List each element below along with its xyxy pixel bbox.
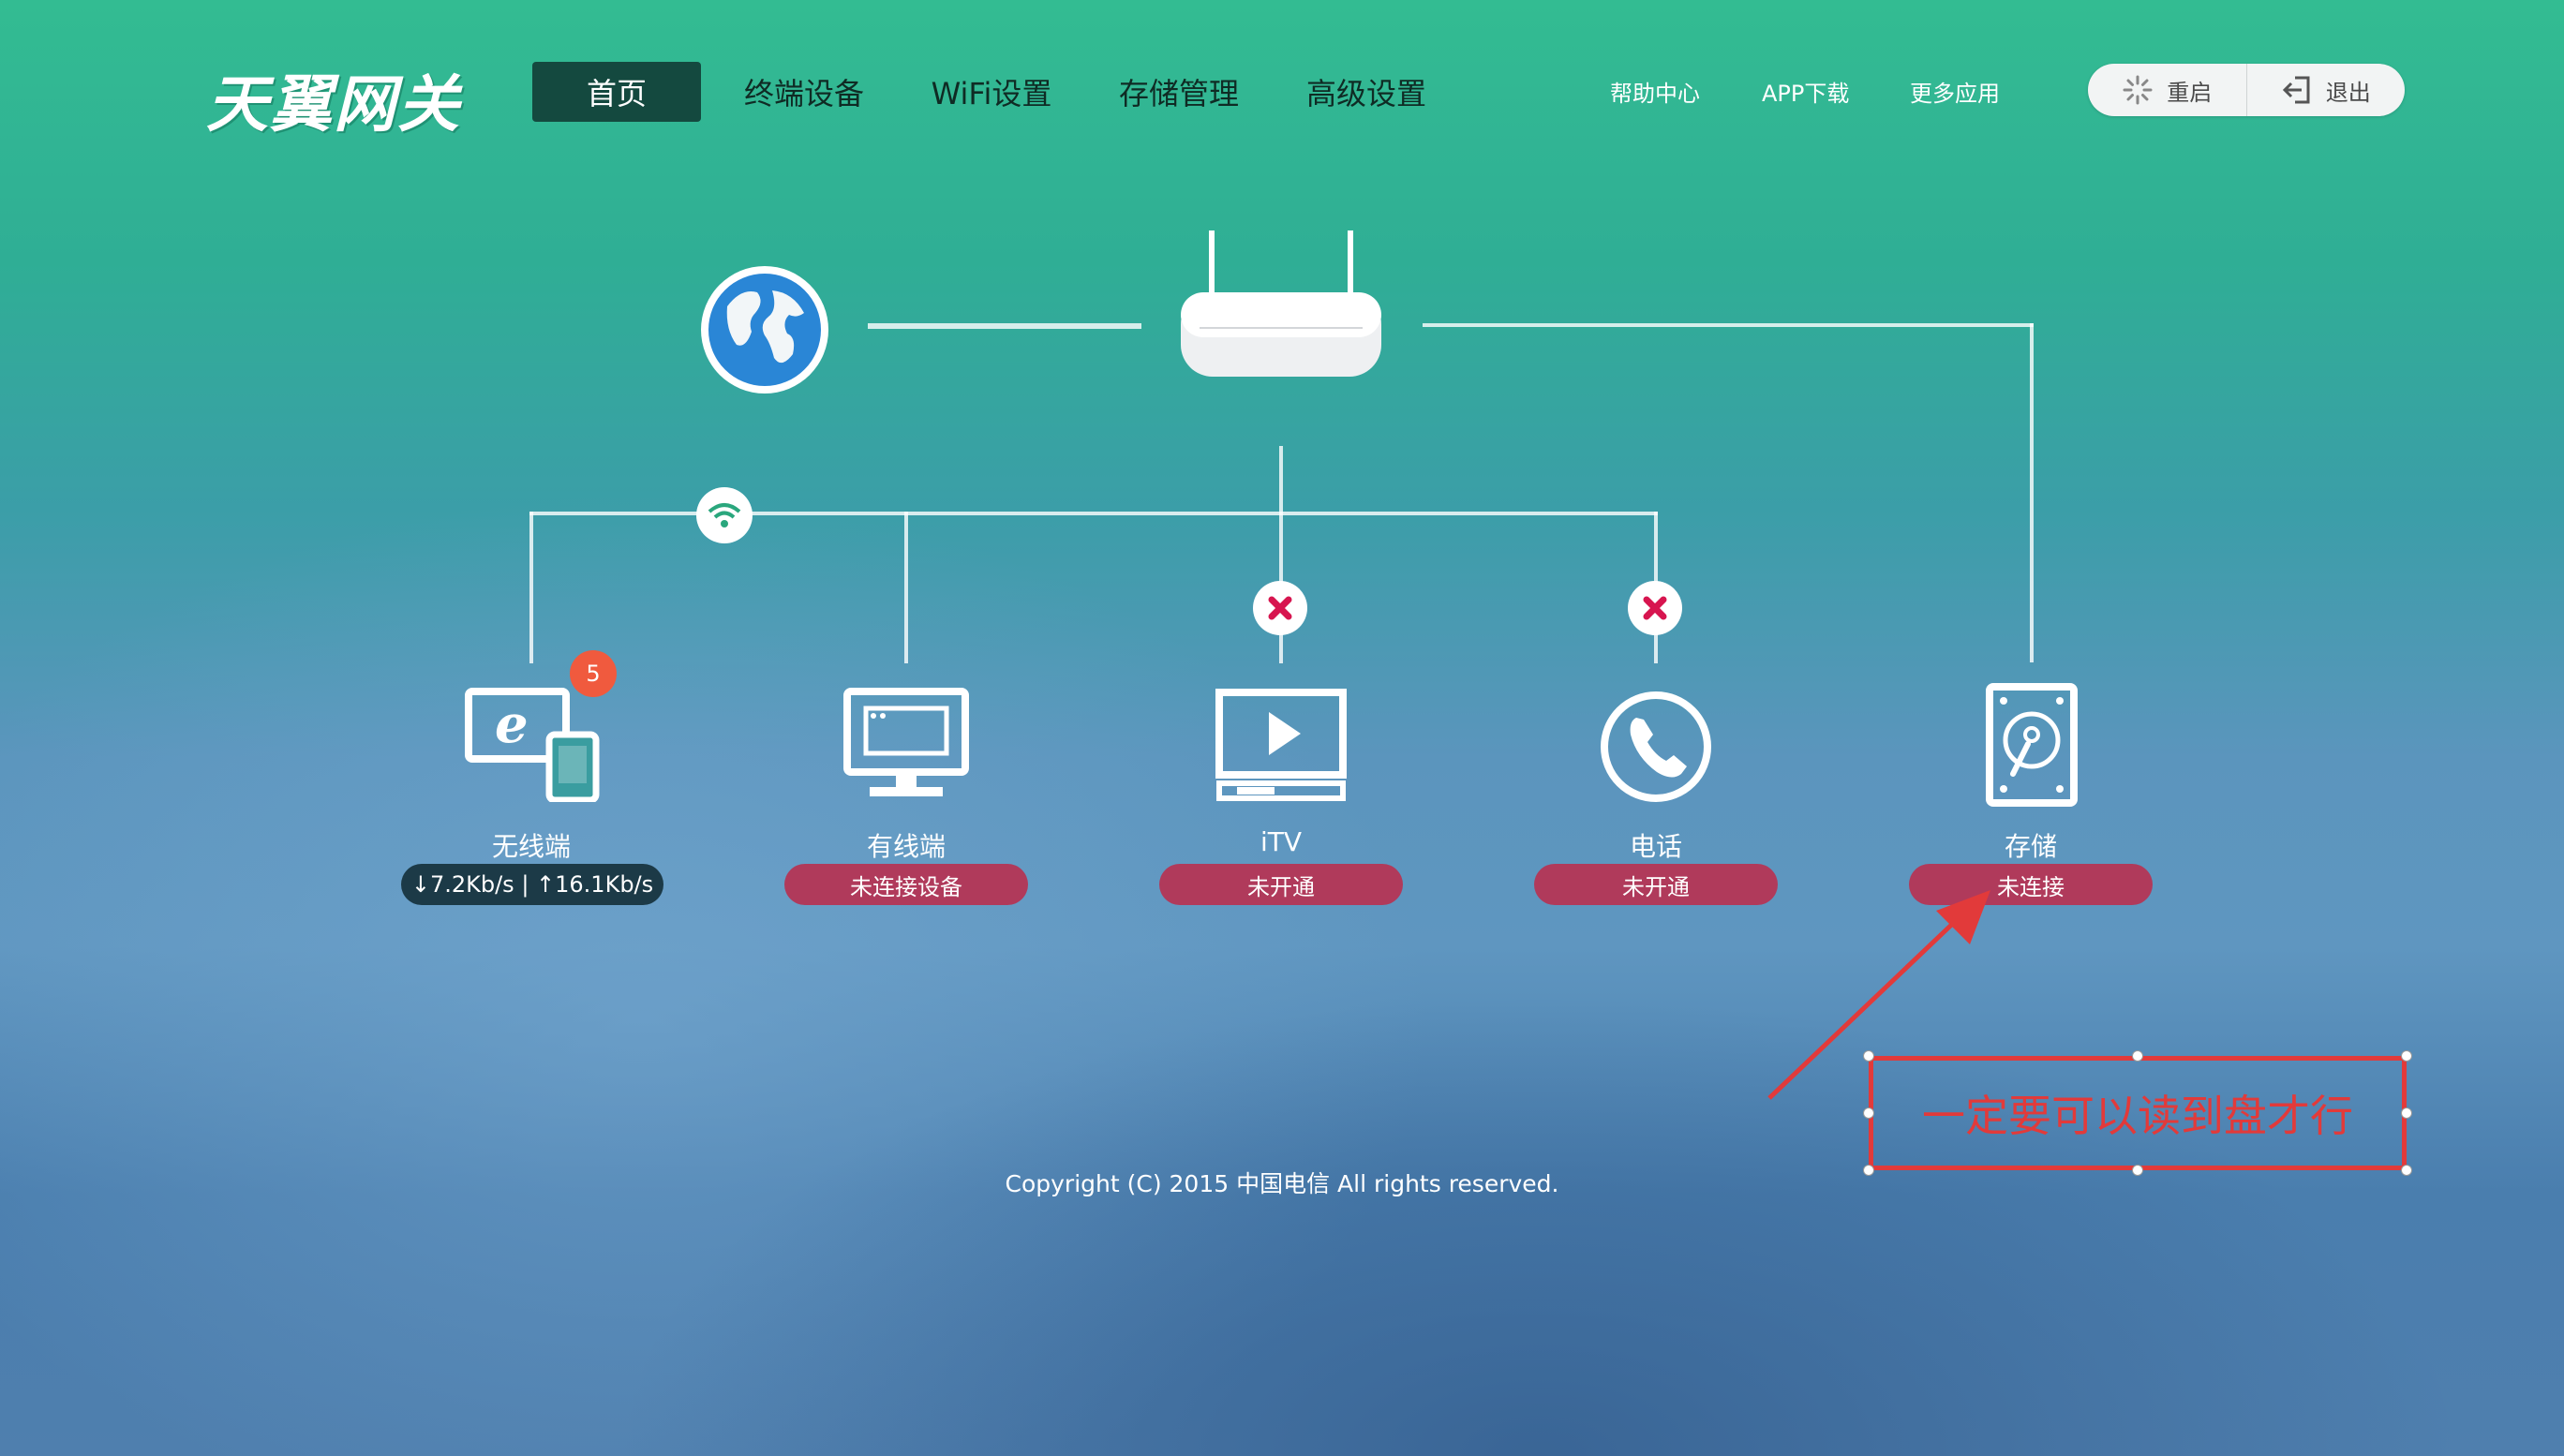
- annotation-handle[interactable]: [1863, 1050, 1874, 1062]
- storage-device-icon[interactable]: [1985, 682, 2079, 808]
- annotation-handle[interactable]: [1863, 1165, 1874, 1176]
- wired-drop: [904, 512, 908, 663]
- restart-button[interactable]: 重启: [2088, 64, 2246, 116]
- svg-text:e: e: [495, 693, 529, 755]
- wireless-client-count: 5: [570, 650, 617, 697]
- more-apps-link[interactable]: 更多应用: [1910, 75, 2000, 108]
- copyright-text: Copyright (C) 2015 中国电信 All rights reser…: [1005, 1170, 1559, 1197]
- internet-globe-icon: [701, 266, 828, 394]
- wan-link: [868, 323, 1141, 329]
- close-icon: [1643, 596, 1667, 620]
- wireless-speed-badge: ↓7.2Kb/s | ↑16.1Kb/s: [401, 864, 663, 905]
- nav-tab-storage[interactable]: 存储管理: [1104, 62, 1254, 122]
- help-center-link[interactable]: 帮助中心: [1610, 75, 1700, 108]
- phone-label: 电话: [1629, 831, 1682, 862]
- router-icon: [1181, 230, 1381, 377]
- wireless-drop: [529, 512, 533, 663]
- wired-label: 有线端: [866, 831, 946, 862]
- brand-logo: 天翼网关: [206, 68, 461, 141]
- annotation-handle[interactable]: [2401, 1165, 2412, 1176]
- annotation-handle[interactable]: [2132, 1165, 2143, 1176]
- nav-tab-wifi[interactable]: WiFi设置: [917, 62, 1066, 122]
- itv-label: iTV: [1260, 826, 1303, 857]
- itv-disconnected-marker: [1253, 581, 1307, 635]
- phone-device-icon[interactable]: [1599, 690, 1713, 804]
- annotation-text: 一定要可以读到盘才行: [1922, 1091, 2353, 1141]
- nav-tab-home[interactable]: 首页: [532, 62, 701, 122]
- annotation-box: 一定要可以读到盘才行: [1869, 1056, 2407, 1170]
- spinner-icon: [2123, 75, 2153, 105]
- itv-status-badge: 未开通: [1159, 864, 1403, 905]
- close-icon: [1268, 596, 1292, 620]
- nav-tab-devices[interactable]: 终端设备: [729, 62, 879, 122]
- phone-disconnected-marker: [1628, 581, 1682, 635]
- wifi-node: [696, 487, 753, 543]
- annotation-handle[interactable]: [1863, 1107, 1874, 1119]
- annotation-handle[interactable]: [2132, 1050, 2143, 1062]
- wireless-device-icon[interactable]: e: [465, 686, 604, 802]
- wired-status-badge: 未连接设备: [784, 864, 1028, 905]
- logout-icon: [2282, 76, 2310, 104]
- restart-label: 重启: [2167, 79, 2213, 106]
- annotation-handle[interactable]: [2401, 1107, 2412, 1119]
- logout-button[interactable]: 退出: [2245, 64, 2406, 116]
- logout-label: 退出: [2325, 79, 2371, 106]
- session-actions: 重启 退出: [2088, 64, 2405, 116]
- itv-device-icon[interactable]: [1215, 688, 1348, 802]
- wireless-label: 无线端: [491, 831, 571, 862]
- phone-status-badge: 未开通: [1534, 864, 1778, 905]
- storage-link-vertical: [2030, 323, 2034, 662]
- storage-link-horizontal: [1423, 323, 2034, 327]
- annotation-handle[interactable]: [2401, 1050, 2412, 1062]
- wifi-icon: [708, 503, 741, 527]
- nav-tab-advanced[interactable]: 高级设置: [1291, 62, 1441, 122]
- app-download-link[interactable]: APP下载: [1762, 75, 1849, 108]
- storage-label: 存储: [2004, 831, 2057, 862]
- wired-device-icon[interactable]: [842, 686, 971, 802]
